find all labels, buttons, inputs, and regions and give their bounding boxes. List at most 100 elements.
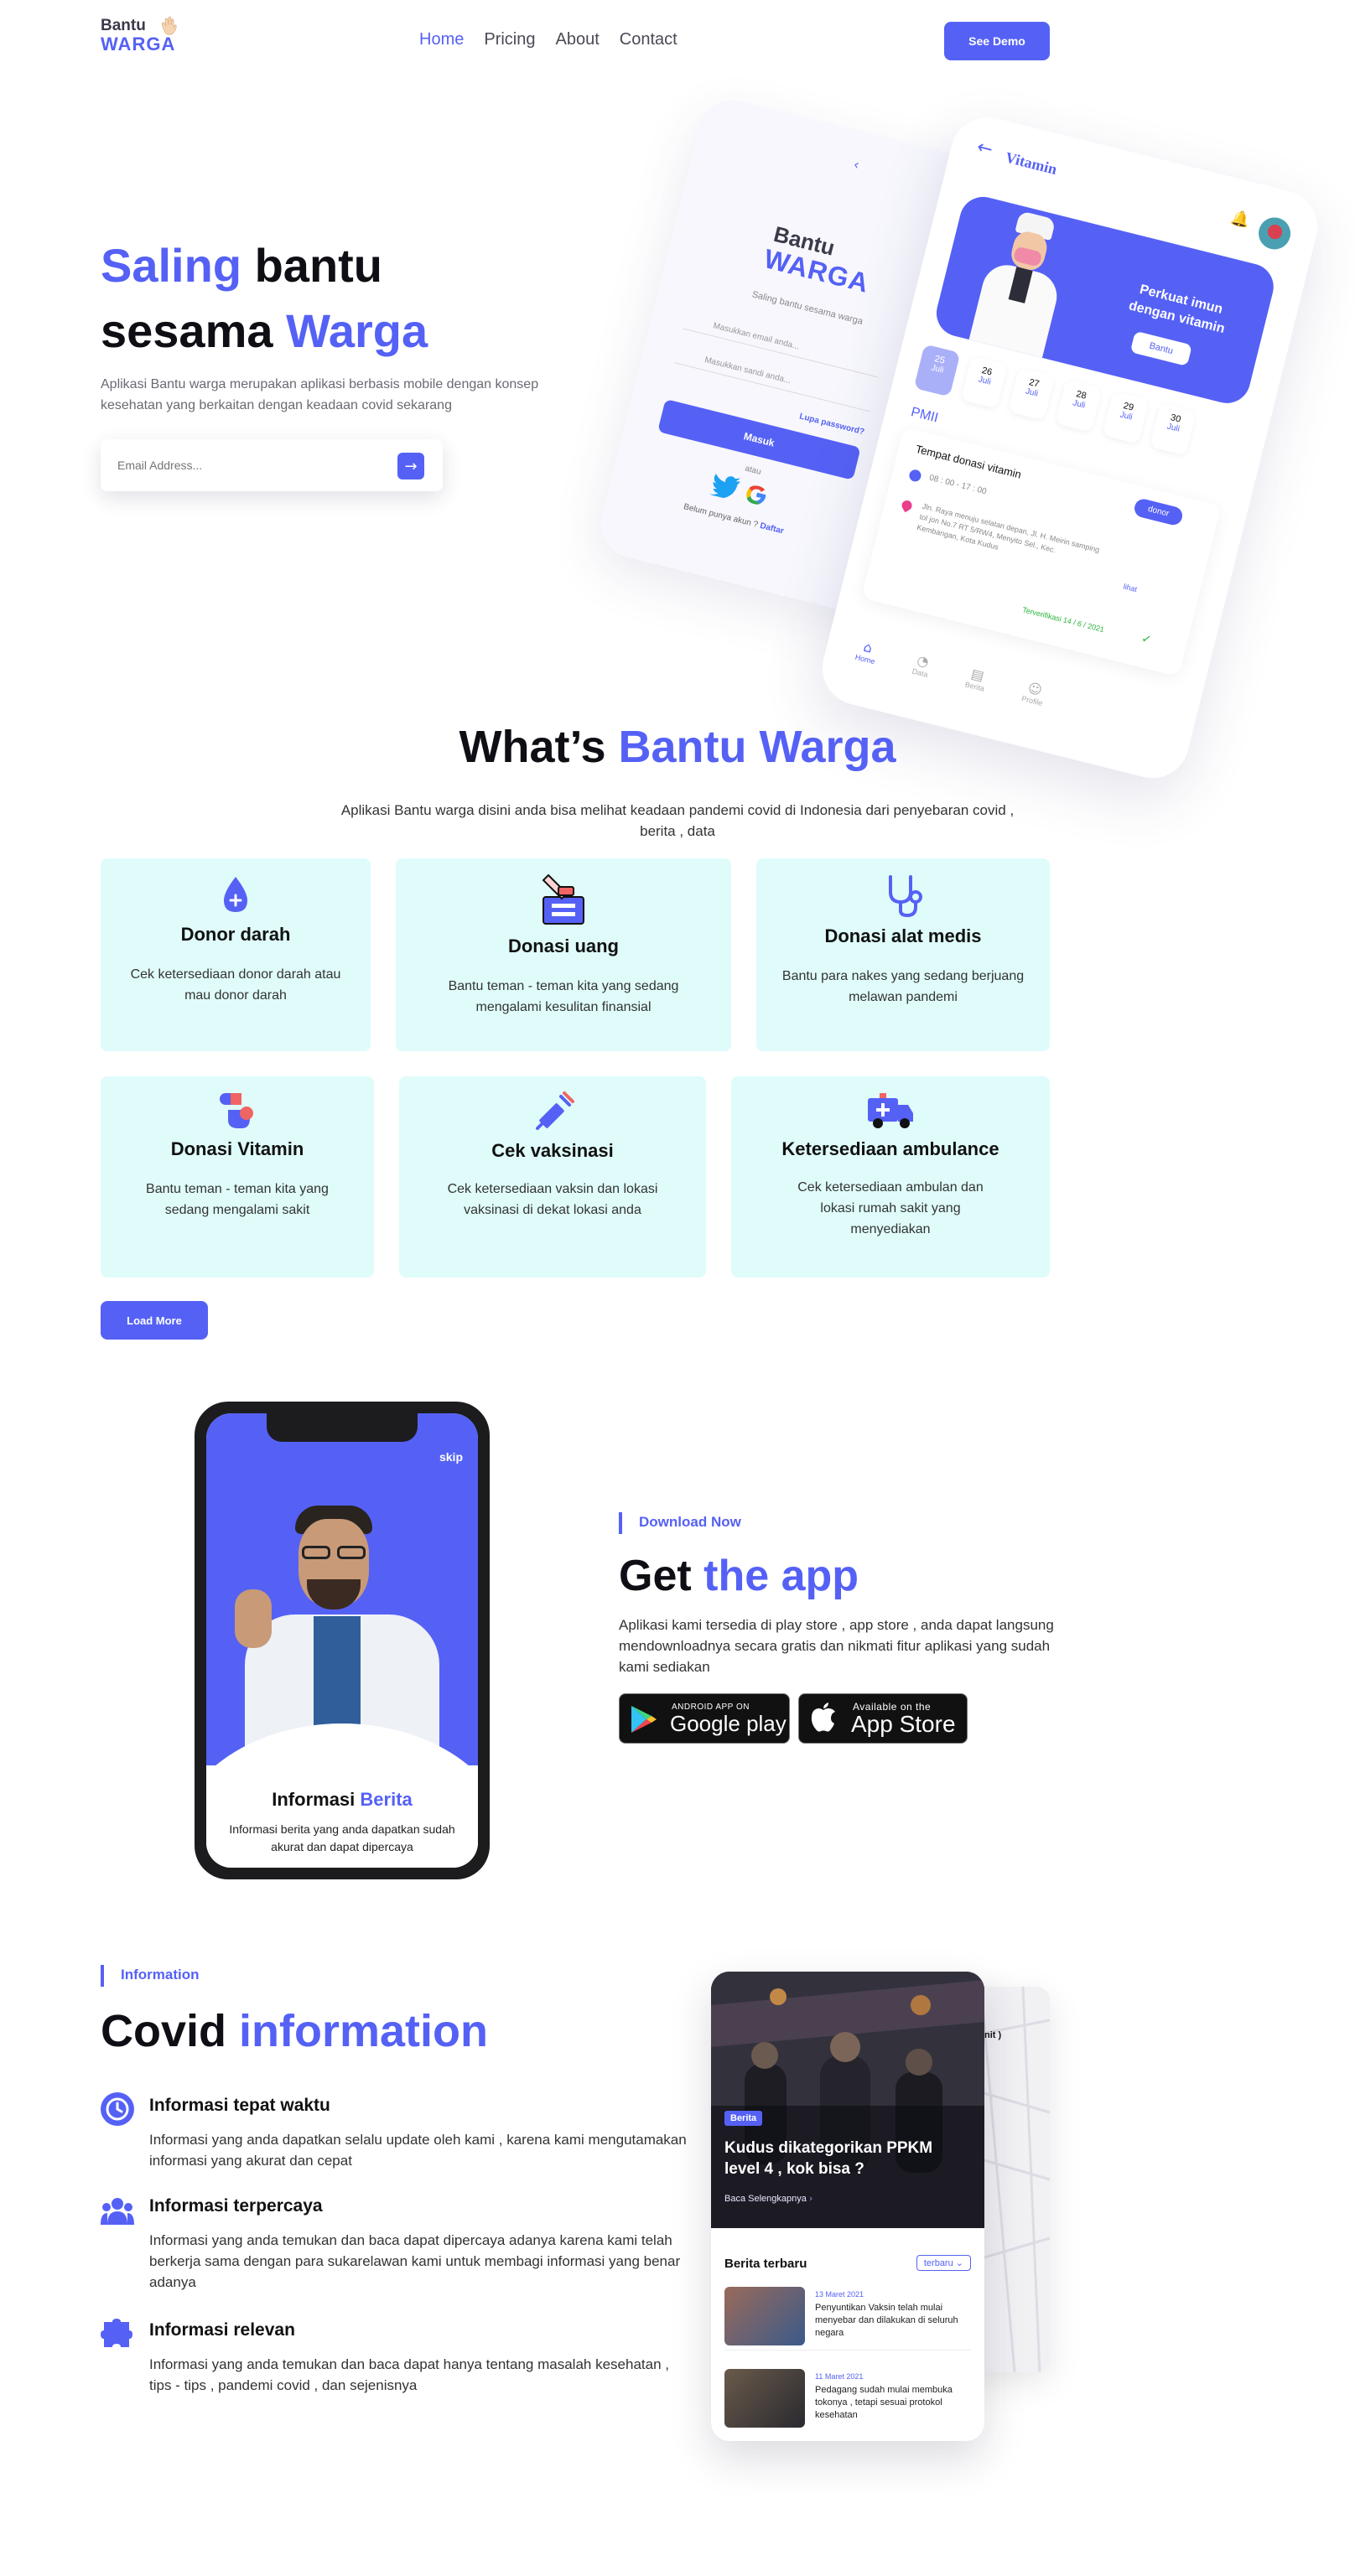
hero-title: Saling bantu sesama Warga	[101, 233, 553, 364]
clock-feature-icon	[101, 2092, 134, 2126]
load-more-button[interactable]: Load More	[101, 1301, 208, 1340]
feature-card-donasi-uang[interactable]: Donasi uang Bantu teman - teman kita yan…	[396, 858, 731, 1051]
logo[interactable]: Bantu WARGA	[101, 16, 201, 64]
date-chip[interactable]: 26 Juli	[960, 355, 1008, 409]
covid-title-b: information	[239, 2006, 488, 2056]
news-list-item[interactable]: 11 Maret 2021 Pedagang sudah mulai membu…	[724, 2369, 971, 2433]
stethoscope-icon	[889, 875, 922, 918]
card-title: Donasi alat medis	[824, 925, 982, 946]
feature-card-ketersediaan-ambulance[interactable]: Ketersediaan ambulance Cek ketersediaan …	[731, 1076, 1050, 1278]
hero-title-warga: Warga	[286, 304, 428, 357]
arrow-right-icon: →	[404, 457, 418, 475]
download-accent-bar	[619, 1512, 622, 1534]
nav-contact[interactable]: Contact	[620, 30, 678, 49]
google-icon[interactable]	[744, 482, 771, 509]
feature-card-donasi-alat-medis[interactable]: Donasi alat medis Bantu para nakes yang …	[756, 858, 1050, 1051]
date-chip[interactable]: 28 Juli	[1055, 379, 1103, 433]
feature-card-cek-vaksinasi[interactable]: Cek vaksinasi Cek ketersediaan vaksin da…	[399, 1076, 706, 1278]
app-store-button[interactable]: Available on the App Store	[798, 1693, 968, 1744]
whats-title-a: What’s	[459, 722, 619, 772]
tab-berita[interactable]: ▤ Berita	[964, 665, 989, 693]
date-chip[interactable]: 30 Juli	[1150, 402, 1197, 456]
sort-dropdown[interactable]: terbaru ⌄	[916, 2255, 971, 2271]
event-time: 08 : 00 - 17 : 00	[927, 473, 988, 497]
vitamin-title: Vitamin	[1004, 148, 1059, 179]
news-text: Pedagang sudah mulai membuka tokonya , t…	[815, 2385, 953, 2420]
nav-home[interactable]: Home	[419, 30, 464, 49]
chevron-down-icon: ⌄	[955, 2257, 963, 2268]
logo-top-text: Bantu	[101, 17, 146, 34]
chevron-right-icon: ›	[808, 2193, 813, 2204]
nav-pricing[interactable]: Pricing	[484, 30, 535, 49]
back-icon: ‹	[852, 156, 861, 174]
whats-title-b: Bantu Warga	[618, 722, 896, 772]
tab-home[interactable]: ⌂ Home	[854, 637, 880, 666]
read-more-link[interactable]: Baca Selengkapnya ›	[724, 2193, 812, 2204]
blood-drop-icon	[224, 877, 247, 912]
phone-notch	[267, 1413, 418, 1442]
map-label: nit )	[984, 2030, 1002, 2040]
event-card: Tempat donasi vitamin donor 08 : 00 - 17…	[861, 427, 1222, 677]
card-description: Cek ketersediaan ambulan dan lokasi ruma…	[797, 1180, 984, 1236]
onboarding-title-b: Berita	[360, 1789, 413, 1810]
latest-news-title: Berita terbaru	[724, 2257, 807, 2271]
back-arrow-icon[interactable]: ←	[975, 137, 995, 161]
event-view-link[interactable]: lihat	[1123, 583, 1138, 594]
tab-profile[interactable]: ☺ Profile	[1020, 679, 1047, 707]
news-thumb-market	[724, 2369, 805, 2428]
waving-hand-icon	[161, 16, 177, 35]
email-input[interactable]	[117, 454, 394, 476]
onboarding-title-a: Informasi	[272, 1789, 361, 1810]
feature-card-donor-darah[interactable]: Donor darah Cek ketersediaan donor darah…	[101, 858, 371, 1051]
news-phone-mockup: Berita Kudus dikategorikan PPKM level 4 …	[711, 1972, 984, 2441]
nurse-illustration	[961, 204, 1083, 360]
feature-description: Informasi yang anda temukan dan baca dap…	[149, 2356, 669, 2393]
news-hero-image[interactable]: Berita Kudus dikategorikan PPKM level 4 …	[711, 1972, 984, 2228]
card-description: Bantu teman - teman kita yang sedang men…	[146, 1182, 329, 1217]
nav-about[interactable]: About	[556, 30, 600, 49]
onboarding-screen: skip Informasi Berita Informasi berita y…	[206, 1413, 478, 1868]
app-store-big: App Store	[851, 1711, 956, 1737]
date-chip[interactable]: 27 Juli	[1008, 367, 1055, 421]
google-play-button[interactable]: ANDROID APP ON Google play	[619, 1693, 790, 1744]
register-prompt: Belum punya akun ? Daftar	[683, 502, 785, 536]
whats-description: Aplikasi Bantu warga disini anda bisa me…	[340, 802, 1015, 839]
google-play-icon	[631, 1706, 657, 1733]
register-link[interactable]: Daftar	[759, 521, 785, 536]
hero-title-saling: Saling	[101, 239, 242, 292]
hero-description: Aplikasi Bantu warga merupakan aplikasi …	[101, 377, 539, 412]
feature-description: Informasi yang anda dapatkan selalu upda…	[149, 2132, 687, 2169]
news-list-item[interactable]: 13 Maret 2021 Penyuntikan Vaksin telah m…	[724, 2287, 971, 2351]
banner-bantu-button[interactable]: Bantu	[1129, 330, 1192, 366]
avatar[interactable]	[1255, 214, 1295, 253]
hero-title-sesama: sesama	[101, 304, 287, 357]
card-description: Cek ketersediaan vaksin dan lokasi vaksi…	[447, 1182, 658, 1217]
twitter-icon[interactable]	[709, 472, 743, 501]
skip-button[interactable]: skip	[439, 1450, 463, 1464]
feature-title: Informasi tepat waktu	[149, 2096, 330, 2115]
bottom-tab-bar: ⌂ Home ◔ Data ▤ Berita ☺ Profile	[854, 637, 1047, 707]
date-chip[interactable]: 29 Juli	[1102, 391, 1150, 444]
feature-card-donasi-vitamin[interactable]: Donasi Vitamin Bantu teman - teman kita …	[101, 1076, 374, 1278]
news-text: Penyuntikan Vaksin telah mulai menyebar …	[815, 2303, 958, 2338]
feature-description: Informasi yang anda temukan dan baca dap…	[149, 2232, 681, 2290]
whats-title: What’s Bantu Warga	[0, 721, 1355, 773]
card-title: Ketersediaan ambulance	[781, 1138, 999, 1159]
see-demo-button[interactable]: See Demo	[944, 22, 1050, 60]
bell-icon[interactable]: 🔔	[1229, 209, 1252, 231]
get-app-title: Get the app	[619, 1551, 859, 1601]
register-prompt-text: Belum punya akun ?	[683, 502, 760, 530]
event-address: Jln. Raya menuju selatan depan, Jl. H. M…	[916, 501, 1101, 555]
tab-data[interactable]: ◔ Data	[911, 651, 932, 679]
donor-button[interactable]: donor	[1132, 497, 1185, 527]
email-submit-button[interactable]: →	[397, 453, 424, 479]
google-play-big: Google play	[670, 1711, 787, 1736]
check-icon: ✓	[1140, 631, 1153, 648]
card-description: Bantu teman - teman kita yang sedang men…	[448, 979, 679, 1014]
forgot-password-link[interactable]: Lupa password?	[798, 412, 865, 437]
info-accent-bar	[101, 1965, 104, 1987]
puzzle-feature-icon	[101, 2319, 132, 2351]
banner-text: Perkuat imun dengan vitamin	[1127, 282, 1227, 337]
date-chip[interactable]: 25 Juli	[913, 344, 961, 397]
news-headline[interactable]: Kudus dikategorikan PPKM level 4 , kok b…	[724, 2138, 959, 2179]
